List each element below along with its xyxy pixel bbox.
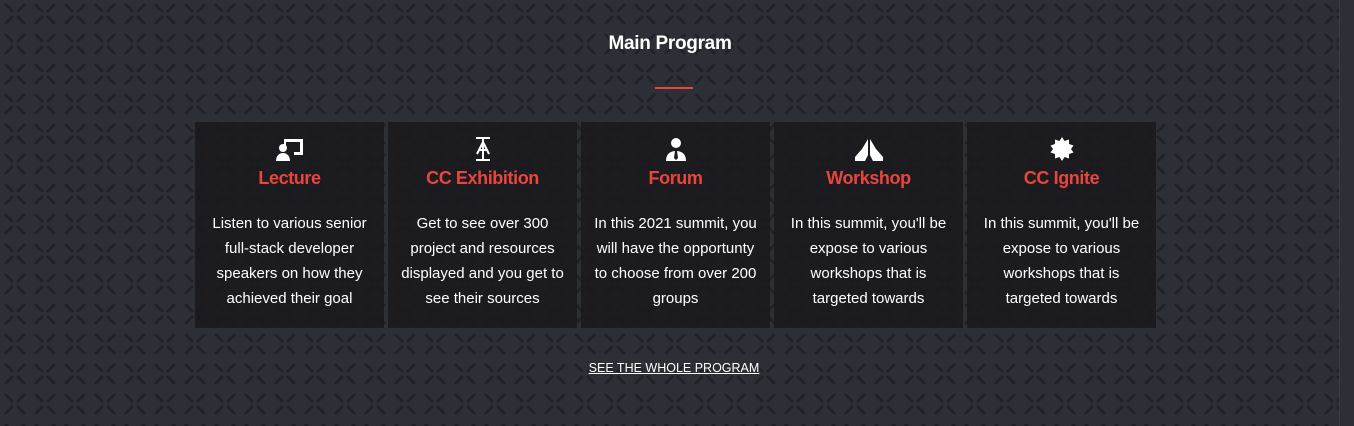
praying-hands-icon (774, 136, 963, 162)
program-cards: Lecture Listen to various senior full-st… (195, 122, 1156, 328)
card-title: Workshop (826, 168, 911, 188)
user-tie-icon (581, 136, 770, 162)
card-description: Listen to various senior full-stack deve… (212, 215, 367, 307)
card-title: Lecture (258, 168, 321, 188)
scrollbar[interactable] (1339, 0, 1354, 426)
card-description: In this 2021 summit, you will have the o… (594, 215, 757, 307)
section-title: Main Program (608, 33, 732, 54)
program-card-lecture: Lecture Listen to various senior full-st… (195, 122, 384, 328)
card-title: CC Exhibition (426, 168, 539, 188)
text-cursor-icon (388, 136, 577, 162)
presentation-icon (195, 136, 384, 162)
program-card-exhibition: CC Exhibition Get to see over 300 projec… (388, 122, 577, 328)
program-card-ignite: CC Ignite In this summit, you'll be expo… (967, 122, 1156, 328)
card-title: Forum (648, 168, 703, 188)
see-whole-program-link[interactable]: SEE THE WHOLE PROGRAM (0, 361, 1348, 375)
program-card-workshop: Workshop In this summit, you'll be expos… (774, 122, 963, 328)
title-divider (655, 87, 693, 89)
card-description: In this summit, you'll be expose to vari… (983, 215, 1140, 307)
badge-icon (967, 136, 1156, 162)
card-description: Get to see over 300 project and resource… (401, 215, 564, 307)
program-card-forum: Forum In this 2021 summit, you will have… (581, 122, 770, 328)
card-title: CC Ignite (1023, 168, 1100, 188)
card-description: In this summit, you'll be expose to vari… (790, 215, 947, 307)
